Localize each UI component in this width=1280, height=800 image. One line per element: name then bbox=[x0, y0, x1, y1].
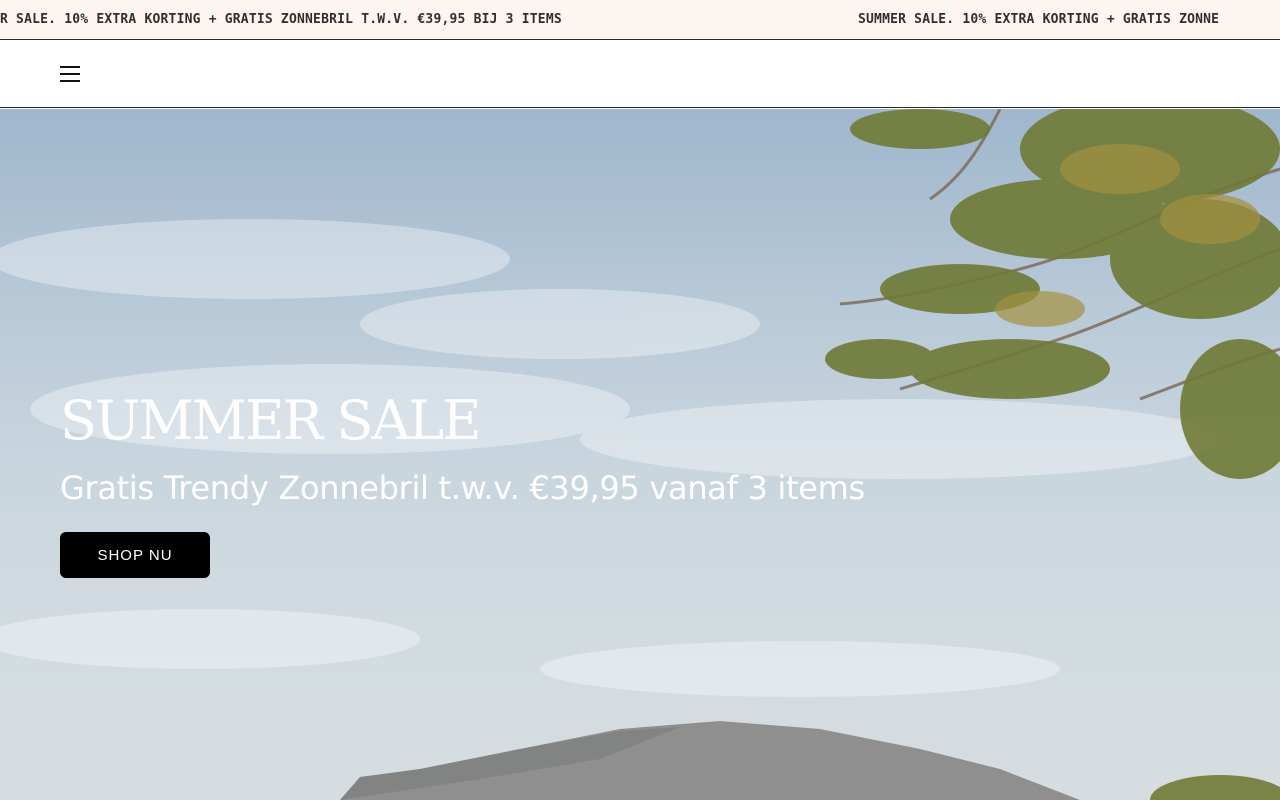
hero-banner: SUMMER SALE Gratis Trendy Zonnebril t.w.… bbox=[0, 109, 1280, 800]
shop-now-button[interactable]: SHOP NU bbox=[60, 532, 210, 578]
announcement-bar: R SALE. 10% EXTRA KORTING + GRATIS ZONNE… bbox=[0, 0, 1280, 40]
hero-title: SUMMER SALE bbox=[60, 389, 482, 452]
site-header bbox=[0, 41, 1280, 108]
announcement-text: R SALE. 10% EXTRA KORTING + GRATIS ZONNE… bbox=[0, 12, 562, 27]
hamburger-menu-icon[interactable] bbox=[58, 62, 82, 86]
hero-subtitle: Gratis Trendy Zonnebril t.w.v. €39,95 va… bbox=[60, 469, 865, 507]
hero-background-image bbox=[0, 109, 1280, 800]
announcement-text-repeat: SUMMER SALE. 10% EXTRA KORTING + GRATIS … bbox=[858, 12, 1220, 27]
